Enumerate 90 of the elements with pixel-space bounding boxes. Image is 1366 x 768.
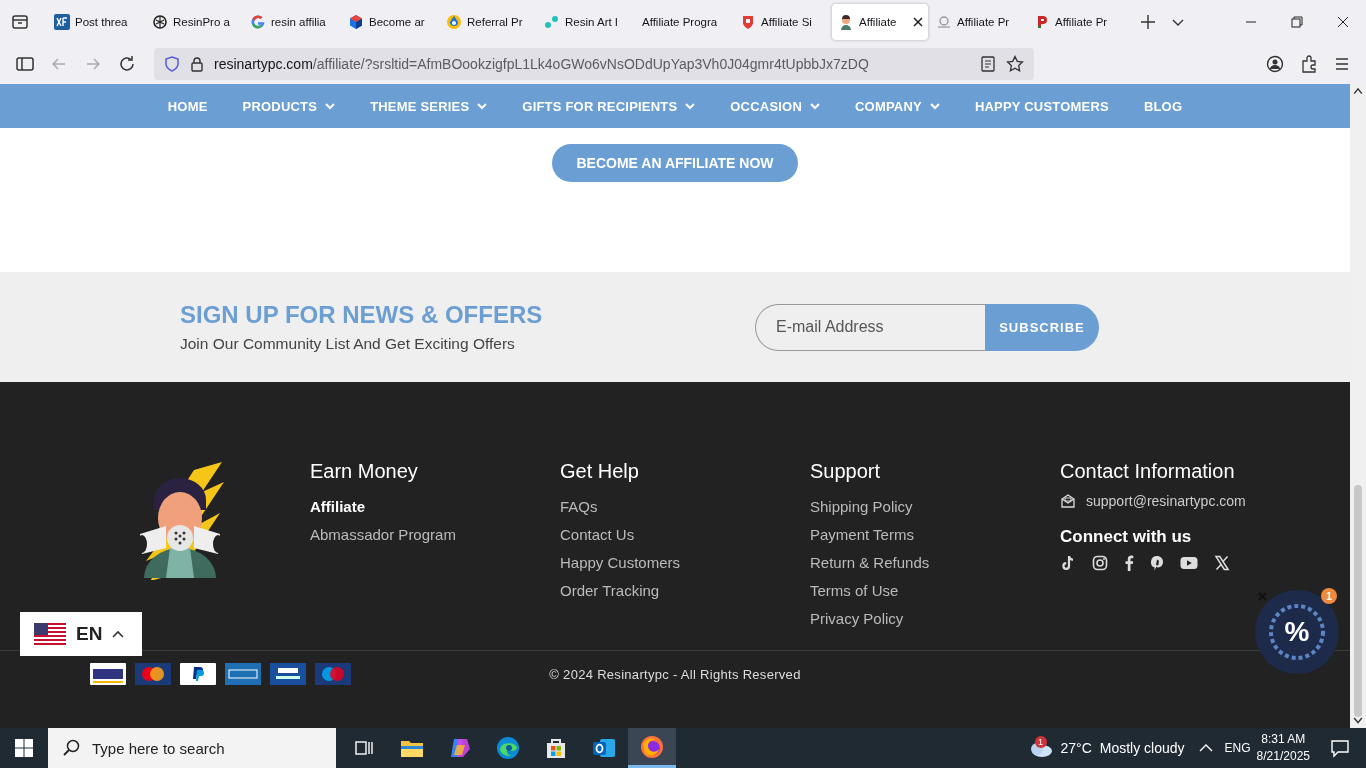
chevron-up-icon [112,629,125,639]
shield-icon[interactable] [164,56,180,72]
person-icon [838,14,854,30]
firefox-icon[interactable] [640,734,664,759]
facebook-icon[interactable] [1124,555,1134,571]
caret-icon [325,102,336,110]
mastercard-card-icon [135,663,171,685]
paypal-card-icon [180,663,216,685]
drop-icon [446,14,462,30]
forum-icon [54,14,70,30]
browser-tab[interactable]: Affiliate [832,4,928,40]
caret-icon [929,102,940,110]
new-tab-icon[interactable] [1138,12,1158,32]
browser-tab[interactable]: Referral Pr [440,4,536,40]
language-selector[interactable]: EN [20,612,142,656]
windows-icon[interactable] [15,739,33,757]
footer-link[interactable]: Affiliate [310,493,365,521]
reader-view-icon[interactable] [980,56,996,72]
scroll-down-icon[interactable] [1353,717,1363,725]
star-icon[interactable] [1006,55,1024,73]
browser-tab[interactable]: Affiliate Progra [636,4,732,40]
email-link[interactable]: support@resinartypc.com [1086,493,1246,509]
email-field[interactable]: E-mail Address [755,303,985,351]
google-icon [250,14,266,30]
cube-icon [348,14,364,30]
chevron-up-icon[interactable] [1198,743,1213,753]
signup-subtitle: Join Our Community List And Get Exciting Offers [180,335,516,353]
clock-date[interactable]: 8/21/2025 [1256,748,1310,765]
address-bar[interactable]: resinartypc.com/affiliate/?srsltid=AfmBOookzigfpL1Lk4oGWo6vNsODdUpYap3Vh0J04gmr4tUpbbJx7zDQ [154,48,1034,80]
signup-title: SIGN UP FOR NEWS & OFFERS [180,301,544,329]
weather-condition: Mostly cloudy [1099,740,1185,756]
footer-link[interactable]: Order Tracking [560,577,660,605]
footer-link[interactable]: Happy Customers [560,549,681,577]
column-heading: Get Help [560,460,639,483]
edge-icon[interactable] [496,736,520,760]
lock-icon[interactable] [190,56,204,72]
extensions-icon[interactable] [1300,55,1318,73]
tiktok-icon[interactable] [1060,555,1076,571]
footer-link[interactable]: Return & Refunds [810,549,930,577]
taskbar-app-button[interactable] [628,728,676,768]
browser-tab[interactable]: Affiliate Si [734,4,830,40]
outlook-icon[interactable] [592,736,616,760]
browser-tab[interactable]: ResinPro a [146,4,242,40]
pinterest-icon[interactable] [1150,555,1164,571]
browser-tab[interactable]: Resin Art I [538,4,634,40]
scrollbar-thumb[interactable] [1354,484,1362,718]
clock-time[interactable]: 8:31 AM [1261,731,1306,748]
browser-tab[interactable]: resin affilia [244,4,340,40]
shield-icon [740,14,756,30]
browser-tab[interactable]: Post threa [48,4,144,40]
footer-link[interactable]: Payment Terms [810,521,914,549]
store-icon[interactable] [544,736,568,760]
temperature: 27°C [1060,740,1092,756]
scroll-up-icon[interactable] [1353,87,1363,95]
notifications-icon[interactable] [1330,738,1350,758]
reload-icon[interactable] [118,55,136,73]
close-icon[interactable] [912,16,924,28]
footer-link[interactable]: FAQs [560,493,598,521]
caret-icon [477,102,488,110]
column-heading: Earn Money [310,460,418,483]
youtube-icon[interactable] [1180,556,1198,570]
instagram-icon[interactable] [1092,555,1108,571]
mail-icon [1060,493,1076,509]
copilot-icon[interactable] [448,737,472,759]
dots-icon [544,14,560,30]
notification-badge: 1 [1034,736,1047,748]
column-heading: Contact Information [1060,460,1235,483]
x-logo-icon[interactable] [1214,555,1230,571]
sidebar-icon[interactable] [16,55,34,73]
footer-link[interactable]: Shipping Policy [810,493,913,521]
connect-heading: Connect with us [1060,527,1192,547]
caret-icon [810,102,820,110]
column-heading: Support [810,460,881,483]
browser-tab[interactable]: Affiliate Pr [1028,4,1124,40]
account-icon[interactable] [1266,55,1284,73]
browser-tab[interactable]: Become ar [342,4,438,40]
taskbar-search-field[interactable]: Type here to search [48,728,336,768]
footer-link[interactable]: Terms of Use [810,577,899,605]
copyright-text: © 2024 Resinartypc - All Rights Reserved [549,667,801,682]
footer-link[interactable]: Abmassador Program [310,521,456,549]
caret-icon [685,102,696,110]
maestro-card-icon [315,663,351,685]
search-icon [62,739,80,757]
us-flag-icon [34,623,66,645]
browser-tab[interactable]: Affiliate Pr [930,4,1026,40]
menu-icon[interactable] [1334,56,1350,72]
count-badge: 1 [1321,588,1337,604]
footer-link[interactable]: Privacy Policy [810,605,904,633]
footer-link[interactable]: Contact Us [560,521,635,549]
input-language[interactable]: ENG [1224,741,1251,755]
